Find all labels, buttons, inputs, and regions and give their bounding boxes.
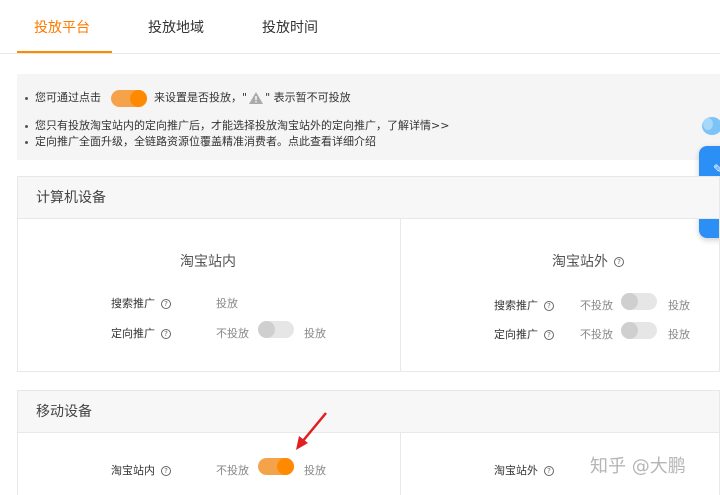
column-divider: [400, 433, 401, 495]
notice-text[interactable]: 定向推广全面升级，全链路资源位覆盖精准消费者。点此查看详细介绍: [35, 135, 376, 148]
pc-devices-panel: 计算机设备 淘宝站内 淘宝站外? 搜索推广? 投放 定向推广? 不投放 投放 搜…: [17, 176, 720, 372]
feedback-icon[interactable]: ✎: [713, 162, 720, 176]
notice-text: " 表示暂不可投放: [265, 91, 351, 104]
learn-more-link[interactable]: 了解详情>>: [387, 119, 449, 132]
row-label: 搜索推广?: [111, 295, 171, 311]
help-icon[interactable]: ?: [614, 257, 624, 267]
row-label: 淘宝站内?: [111, 462, 171, 478]
help-icon[interactable]: ?: [161, 466, 171, 476]
notice-line-1: 您可通过点击 来设置是否投放，" " 表示暂不可投放: [25, 89, 351, 107]
pc-inside-targeted-toggle[interactable]: [258, 321, 294, 338]
notice-line-3[interactable]: 定向推广全面升级，全链路资源位覆盖精准消费者。点此查看详细介绍: [25, 133, 376, 149]
row-label-text: 定向推广: [111, 327, 155, 340]
deliver-label: 投放: [304, 464, 326, 477]
tab-region[interactable]: 投放地域: [148, 17, 204, 37]
tab-platform[interactable]: 投放平台: [34, 17, 90, 37]
pc-outside-targeted-toggle[interactable]: [621, 322, 657, 339]
no-deliver-label: 不投放: [580, 299, 613, 312]
annotation-arrow-icon: [296, 412, 327, 450]
notice-box: 您可通过点击 来设置是否投放，" " 表示暂不可投放 您只有投放淘宝站内的定向推广后…: [17, 74, 720, 160]
mobile-devices-panel: 移动设备 淘宝站内? 不投放 投放 淘宝站外?: [17, 390, 720, 495]
pc-outside-search-toggle[interactable]: [621, 293, 657, 310]
mobile-devices-title: 移动设备: [18, 391, 719, 433]
help-icon[interactable]: ?: [544, 330, 554, 340]
notice-text: 您只有投放淘宝站内的定向推广后，才能选择投放淘宝站外的定向推广，: [35, 119, 387, 132]
row-label: 定向推广?: [494, 326, 554, 342]
toggle-example-icon: [111, 89, 147, 107]
row-label: 搜索推广?: [494, 297, 554, 313]
mobile-inside-toggle[interactable]: [258, 458, 294, 475]
help-icon[interactable]: ?: [161, 299, 171, 309]
pc-devices-title: 计算机设备: [18, 177, 719, 219]
notice-line-2: 您只有投放淘宝站内的定向推广后，才能选择投放淘宝站外的定向推广，了解详情>>: [25, 117, 449, 133]
row-label-text: 定向推广: [494, 328, 538, 341]
no-deliver-label: 不投放: [216, 327, 249, 340]
watermark: 知乎 @大鹏: [590, 456, 686, 477]
row-label-text: 淘宝站外: [494, 464, 538, 477]
warning-icon: [249, 92, 264, 104]
pc-right-title: 淘宝站外?: [552, 251, 624, 271]
assistant-cloud-icon[interactable]: [700, 114, 720, 138]
deliver-label: 投放: [668, 299, 690, 312]
pc-left-title: 淘宝站内: [180, 254, 236, 270]
no-deliver-label: 不投放: [580, 328, 613, 341]
row-label: 淘宝站外?: [494, 462, 554, 478]
notice-text: 来设置是否投放，": [154, 91, 248, 104]
deliver-label: 投放: [668, 328, 690, 341]
tab-time[interactable]: 投放时间: [262, 17, 318, 37]
notice-text: 您可通过点击: [35, 91, 101, 104]
deliver-label: 投放: [216, 297, 238, 310]
row-label: 定向推广?: [111, 325, 171, 341]
row-label-text: 搜索推广: [494, 299, 538, 312]
active-tab-indicator: [17, 51, 112, 53]
column-divider: [400, 219, 401, 371]
platform-tabs: 投放平台 投放地域 投放时间: [0, 0, 720, 54]
pc-right-title-text: 淘宝站外: [552, 254, 608, 270]
row-label-text: 搜索推广: [111, 297, 155, 310]
row-label-text: 淘宝站内: [111, 464, 155, 477]
no-deliver-label: 不投放: [216, 464, 249, 477]
help-icon[interactable]: ?: [544, 301, 554, 311]
deliver-label: 投放: [304, 327, 326, 340]
help-icon[interactable]: ?: [161, 329, 171, 339]
help-icon[interactable]: ?: [544, 466, 554, 476]
